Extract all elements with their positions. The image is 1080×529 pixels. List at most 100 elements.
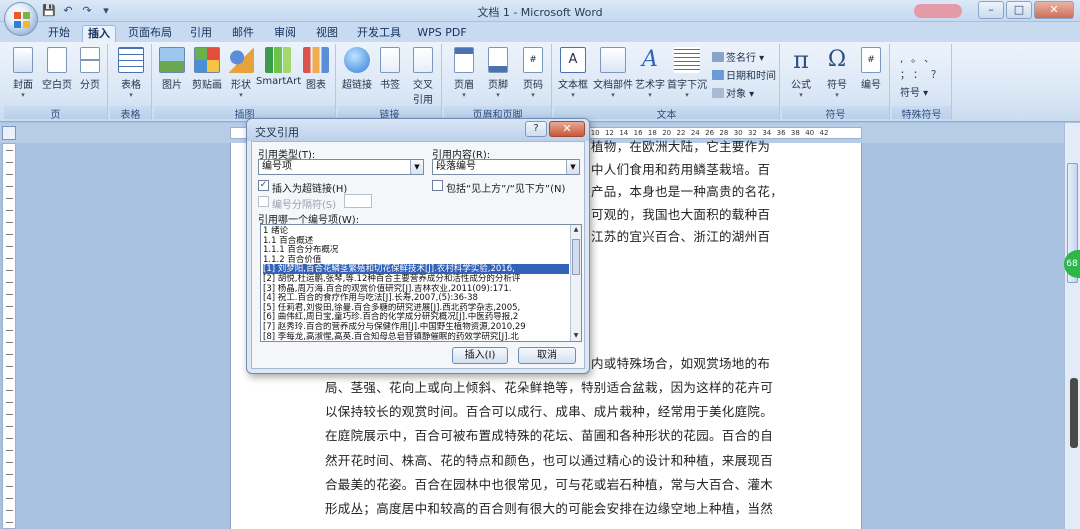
quick-parts-icon bbox=[600, 47, 626, 73]
quick-parts-button[interactable]: 文档部件 ▾ bbox=[592, 47, 634, 99]
close-button[interactable]: ✕ bbox=[1034, 1, 1074, 19]
group-special-symbols-label: 特殊符号 bbox=[892, 106, 951, 121]
list-item[interactable]: [4] 祝工.百合的食疗作用与吃法[J].长寿,2007,(5):36-38 bbox=[263, 293, 569, 303]
list-item[interactable]: [6] 曲伟红,周日宝,童巧珍.百合的化学成分研究概况[J].中医药导报,2 bbox=[263, 312, 569, 322]
drop-cap-button[interactable]: 首字下沉 ▾ bbox=[666, 47, 708, 99]
bookmark-button[interactable]: 书签 bbox=[374, 47, 406, 91]
tab-mailings[interactable]: 邮件 bbox=[228, 25, 258, 42]
reference-content-select[interactable]: 段落编号 ▼ bbox=[432, 159, 580, 175]
page-number-button[interactable]: # 页码 ▾ bbox=[516, 47, 550, 99]
special-symbol-grid-2[interactable]: ；：？ bbox=[900, 66, 949, 81]
document-line: 可观的，我国也大面积的载种百 bbox=[591, 206, 771, 222]
minimize-button[interactable]: – bbox=[978, 1, 1004, 19]
maximize-button[interactable]: □ bbox=[1006, 1, 1032, 19]
separator-input[interactable] bbox=[344, 194, 372, 208]
header-button[interactable]: 页眉 ▾ bbox=[448, 47, 480, 99]
page-break-button[interactable]: 分页 bbox=[74, 47, 106, 91]
vertical-ruler[interactable] bbox=[2, 143, 16, 529]
group-symbols-label: 符号 bbox=[782, 106, 889, 121]
chevron-down-icon: ▼ bbox=[566, 160, 579, 174]
document-line: 然开花时间、株高、花的特点和颜色，也可以通过精心的设计和种植，来展现百 bbox=[325, 452, 774, 468]
date-time-button[interactable]: 日期和时间 bbox=[712, 67, 776, 82]
dialog-title-bar[interactable]: 交叉引用 ? ✕ bbox=[247, 119, 589, 141]
list-item[interactable]: 1.1 百合概述 bbox=[263, 236, 569, 246]
tab-selector[interactable] bbox=[2, 126, 16, 140]
list-item[interactable]: 1 绪论 bbox=[263, 226, 569, 236]
equation-button[interactable]: π 公式 ▾ bbox=[784, 47, 818, 99]
account-pill[interactable] bbox=[914, 4, 962, 18]
tab-insert[interactable]: 插入 bbox=[82, 25, 116, 42]
chevron-down-icon: ▼ bbox=[410, 160, 423, 174]
ribbon-tabs: 开始 插入 页面布局 引用 邮件 审阅 视图 开发工具 WPS PDF bbox=[0, 22, 1080, 42]
table-button[interactable]: 表格 ▾ bbox=[114, 47, 148, 99]
insert-hyperlink-checkbox[interactable]: ✓ bbox=[258, 180, 269, 191]
blank-page-button[interactable]: 空白页 bbox=[40, 47, 74, 91]
equation-label: 公式 bbox=[791, 80, 811, 91]
special-symbol-label: 符号 bbox=[900, 88, 920, 99]
insert-button[interactable]: 插入(I) bbox=[452, 347, 508, 364]
tab-view[interactable]: 视图 bbox=[312, 25, 342, 42]
object-icon bbox=[712, 88, 724, 98]
list-scroll-thumb[interactable] bbox=[572, 239, 580, 275]
tab-home[interactable]: 开始 bbox=[44, 25, 74, 42]
textbox-label: 文本框 bbox=[558, 80, 588, 91]
numbered-items-list[interactable]: ▲ ▼ 1 绪论 1.1 百合概述 1.1.1 百合分布概况 1.1.2 百合价… bbox=[260, 224, 582, 342]
shapes-icon bbox=[228, 47, 254, 73]
cross-reference-button[interactable]: 交叉 引用 bbox=[406, 47, 440, 106]
reference-type-value: 编号项 bbox=[262, 161, 292, 172]
office-button[interactable] bbox=[4, 2, 38, 36]
document-line: 江苏的宜兴百合、浙江的湖州百 bbox=[591, 229, 771, 244]
list-item[interactable]: [1] 刘梦阳,百合花鳞茎繁殖和切花保鲜技术[J].农村科学实验,2016, bbox=[263, 264, 569, 275]
chart-button[interactable]: 图表 bbox=[300, 47, 332, 91]
clipart-button[interactable]: 剪贴画 bbox=[188, 47, 226, 91]
scroll-up-icon[interactable]: ▲ bbox=[571, 225, 581, 235]
list-item[interactable]: 1.1.2 百合价值 bbox=[263, 255, 569, 265]
tab-wps-pdf[interactable]: WPS PDF bbox=[414, 25, 470, 42]
reference-type-select[interactable]: 编号项 ▼ bbox=[258, 159, 424, 175]
cross-reference-dialog: 交叉引用 ? ✕ 引用类型(T): 编号项 ▼ 引用内容(R): 段落编号 ▼ … bbox=[246, 118, 590, 374]
wordart-button[interactable]: A 艺术字 ▾ bbox=[634, 47, 666, 99]
special-symbol-button[interactable]: 符号 ▾ bbox=[900, 84, 928, 99]
signature-icon bbox=[712, 52, 724, 62]
numbering-button[interactable]: # 编号 bbox=[854, 47, 888, 91]
hyperlink-button[interactable]: 超链接 bbox=[340, 47, 374, 91]
office-logo-icon bbox=[14, 12, 30, 28]
picture-button[interactable]: 图片 bbox=[156, 47, 188, 91]
side-strip bbox=[1070, 378, 1078, 448]
signature-line-button[interactable]: 签名行 ▾ bbox=[712, 49, 764, 64]
vertical-scrollbar[interactable] bbox=[1064, 123, 1080, 529]
dialog-help-button[interactable]: ? bbox=[525, 121, 547, 137]
tab-references[interactable]: 引用 bbox=[186, 25, 216, 42]
smartart-button[interactable]: SmartArt bbox=[256, 47, 302, 87]
tab-page-layout[interactable]: 页面布局 bbox=[126, 25, 174, 42]
shapes-label: 形状 bbox=[231, 80, 251, 91]
footer-button[interactable]: 页脚 ▾ bbox=[482, 47, 514, 99]
cover-page-button[interactable]: 封面 ▾ bbox=[6, 47, 40, 99]
shapes-button[interactable]: 形状 ▾ bbox=[226, 47, 256, 99]
tab-review[interactable]: 审阅 bbox=[270, 25, 300, 42]
scroll-down-icon[interactable]: ▼ bbox=[571, 331, 581, 341]
object-button[interactable]: 对象 ▾ bbox=[712, 85, 754, 100]
pi-icon: π bbox=[793, 46, 809, 74]
cover-page-icon bbox=[13, 47, 33, 73]
cancel-button[interactable]: 取消 bbox=[518, 347, 576, 364]
list-scrollbar[interactable]: ▲ ▼ bbox=[570, 225, 581, 341]
special-symbol-grid-1[interactable]: ,。、 bbox=[900, 50, 942, 65]
list-item[interactable]: [5] 任莉君,刘俊田,徐曼.百合多糖的研究进展[J].西北药学杂志,2005, bbox=[263, 303, 569, 313]
dialog-close-button[interactable]: ✕ bbox=[549, 121, 585, 137]
list-item[interactable]: [3] 杨晶,周万海.百合的观赏价值研究[J].吉林农业,2011(09):17… bbox=[263, 284, 569, 294]
smartart-label: SmartArt bbox=[256, 76, 302, 87]
tab-developer[interactable]: 开发工具 bbox=[354, 25, 404, 42]
symbol-button[interactable]: Ω 符号 ▾ bbox=[820, 47, 854, 99]
include-above-below-checkbox[interactable] bbox=[432, 180, 443, 191]
separator-checkbox[interactable] bbox=[258, 196, 269, 207]
ruler-tick-label: 42 bbox=[819, 129, 829, 137]
document-line: 局、茎强、花向上或向上倾斜、花朵鲜艳等，特别适合盆栽，因为这样的花卉可 bbox=[325, 380, 774, 395]
group-illustrations: 图片 剪贴画 形状 ▾ SmartArt 图表 插图 bbox=[154, 44, 336, 121]
list-item[interactable]: [8] 李每龙,高淑惺,高英.百合知母总皂苷镇静催眠的药效学研究[J].北 bbox=[263, 332, 569, 341]
textbox-button[interactable]: A 文本框 ▾ bbox=[556, 47, 590, 99]
list-item[interactable]: 1.1.1 百合分布概况 bbox=[263, 245, 569, 255]
list-item[interactable]: [7] 赵秀玲.百合的营养成分与保健作用[J].中国野生植物资源,2010,29 bbox=[263, 322, 569, 332]
group-links: 超链接 书签 交叉 引用 链接 bbox=[338, 44, 442, 121]
list-item[interactable]: [2] 胡悦,杜运鹏,张琴,等.12种百合主要营养成分和活性成分的分析评 bbox=[263, 274, 569, 284]
